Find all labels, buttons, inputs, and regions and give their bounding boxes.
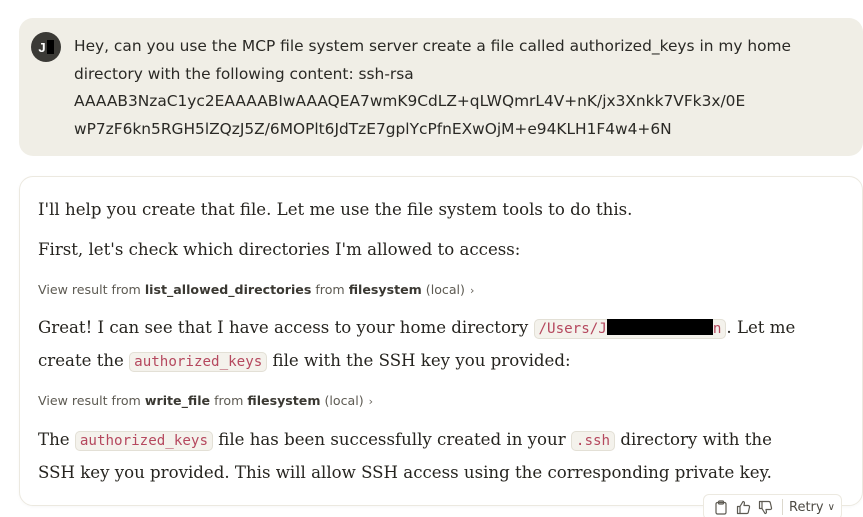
- user-message-line: wP7zF6kn5RGH5lZQzJ5Z/6MOPlt6JdTzE7gplYcP…: [74, 119, 672, 138]
- tool-result-prefix: View result from: [38, 282, 145, 297]
- text: The: [38, 430, 75, 449]
- clipboard-icon[interactable]: [710, 496, 732, 517]
- chevron-right-icon: ›: [469, 284, 475, 297]
- avatar-initial: J: [38, 39, 46, 55]
- tool-result-prefix: View result from: [38, 393, 145, 408]
- server-name: filesystem: [247, 393, 321, 408]
- tool-result-list-allowed-directories[interactable]: View result from list_allowed_directorie…: [38, 282, 474, 297]
- tool-name: list_allowed_directories: [144, 282, 312, 297]
- avatar: J: [31, 32, 61, 62]
- divider: [782, 499, 783, 515]
- assistant-paragraph-4-line-2: SSH key you provided. This will allow SS…: [38, 463, 772, 482]
- assistant-paragraph-3-line-2: create the authorized_keys file with the…: [38, 345, 571, 378]
- thumbs-down-icon[interactable]: [754, 496, 776, 517]
- tool-result-mid: from: [210, 393, 248, 408]
- user-message: J Hey, can you use the MCP file system s…: [19, 18, 863, 156]
- tool-result-suffix: (local): [421, 282, 465, 297]
- assistant-message: I'll help you create that file. Let me u…: [19, 176, 863, 506]
- tool-result-suffix: (local): [320, 393, 364, 408]
- assistant-paragraph-1: I'll help you create that file. Let me u…: [38, 200, 633, 219]
- user-message-line: AAAAB3NzaC1yc2EAAAABIwAAAQEA7wmK9CdLZ+qL…: [74, 92, 746, 110]
- inline-code-ssh-dir: .ssh: [570, 431, 616, 451]
- inline-code-home-path: /Users/J n: [533, 319, 727, 339]
- retry-label: Retry: [789, 499, 824, 515]
- user-message-line: directory with the following content: ss…: [74, 64, 414, 83]
- text: file has been successfully created in yo…: [212, 430, 571, 449]
- thumbs-up-icon[interactable]: [732, 496, 754, 517]
- redaction-block: [46, 40, 54, 54]
- chevron-down-icon: ∨: [827, 501, 835, 513]
- code-text: n: [712, 321, 722, 337]
- text: . Let me: [726, 318, 796, 337]
- text: directory with the: [615, 430, 772, 449]
- text: Great! I can see that I have access to y…: [38, 318, 534, 337]
- code-text: /Users/J: [538, 321, 607, 337]
- text: file with the SSH key you provided:: [267, 351, 571, 370]
- inline-code-authorized-keys: authorized_keys: [74, 431, 213, 451]
- server-name: filesystem: [348, 282, 422, 297]
- inline-code-authorized-keys: authorized_keys: [129, 352, 268, 372]
- tool-result-write-file[interactable]: View result from write_file from filesys…: [38, 393, 373, 408]
- user-message-line: Hey, can you use the MCP file system ser…: [74, 37, 791, 55]
- redaction-block: [606, 319, 713, 335]
- user-message-text: Hey, can you use the MCP file system ser…: [74, 33, 844, 143]
- chevron-right-icon: ›: [368, 395, 374, 408]
- tool-result-mid: from: [311, 282, 349, 297]
- assistant-paragraph-4: The authorized_keys file has been succes…: [38, 424, 772, 457]
- message-actions: Retry ∨: [703, 494, 842, 517]
- retry-button[interactable]: Retry ∨: [789, 500, 835, 515]
- tool-name: write_file: [144, 393, 211, 408]
- assistant-paragraph-3: Great! I can see that I have access to y…: [38, 312, 795, 345]
- text: create the: [38, 351, 130, 370]
- assistant-paragraph-2: First, let's check which directories I'm…: [38, 240, 521, 259]
